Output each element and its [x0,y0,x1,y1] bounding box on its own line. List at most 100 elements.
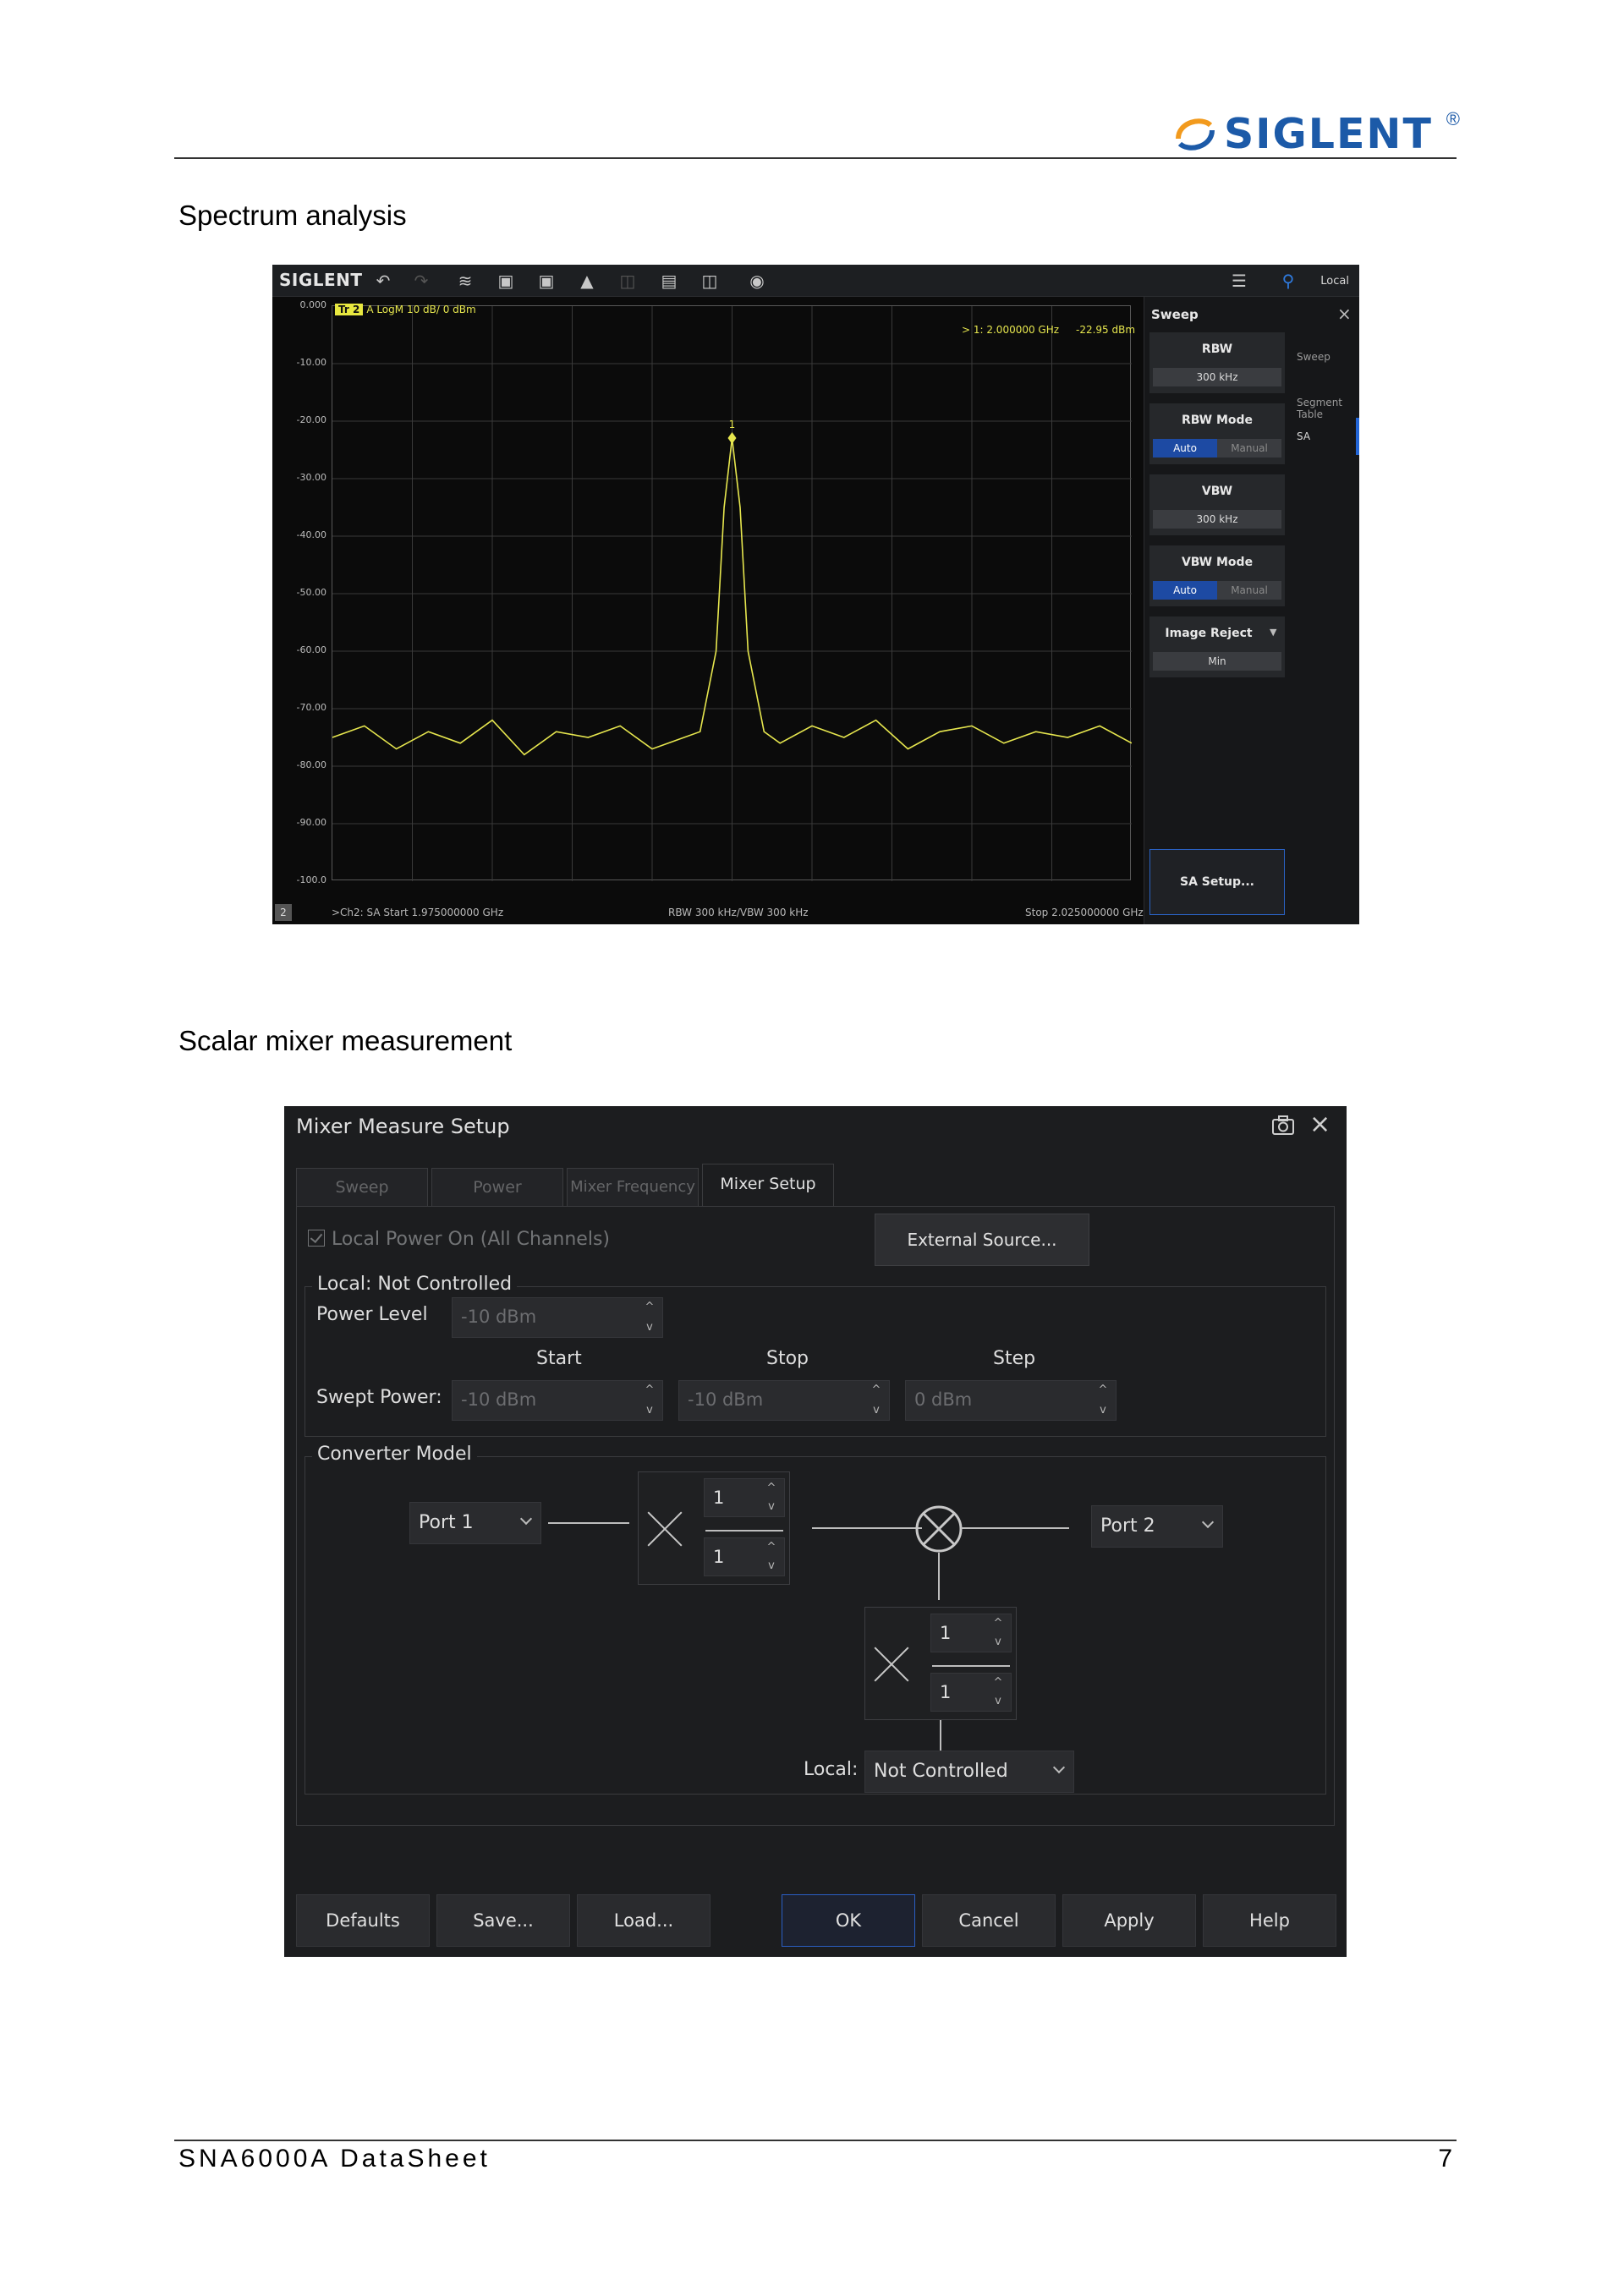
tab-mixer-setup[interactable]: Mixer Setup [702,1164,834,1207]
side-tab-sweep[interactable]: Sweep [1297,351,1330,363]
input-multiplier-denominator[interactable]: 1 [704,1537,785,1576]
footer-doc-title: SNA6000A DataSheet [178,2145,491,2173]
dropdown-arrow-icon: ▼ [1270,627,1277,638]
spin-up-icon[interactable] [992,1677,1004,1689]
trace-setup-icon[interactable]: ▣ [495,270,517,292]
spin-up-icon[interactable] [992,1618,1004,1630]
save-button[interactable]: Save... [436,1894,570,1947]
save-icon[interactable]: ▤ [658,270,680,292]
column-start: Start [536,1348,582,1369]
image-reject-group[interactable]: Image Reject ▼ Min [1149,616,1285,677]
spectrum-plot: 1 [332,305,1132,881]
input-denominator-value: 1 [713,1547,725,1567]
tab-mixer-frequency[interactable]: Mixer Frequency [567,1168,699,1207]
input-port-select[interactable]: Port 1 [409,1502,541,1544]
spin-up-icon[interactable] [1097,1384,1109,1396]
spin-down-icon[interactable] [992,1636,1004,1648]
rbw-mode-toggle[interactable]: Auto Manual [1153,439,1281,458]
spin-down-icon[interactable] [644,1322,656,1334]
external-source-button[interactable]: External Source... [875,1214,1089,1266]
local-power-checkbox[interactable]: Local Power On (All Channels) [308,1229,610,1250]
mixer-icon [915,1505,963,1553]
close-icon[interactable]: × [1337,304,1352,324]
tab-power[interactable]: Power [431,1168,563,1207]
mixer-heading: Scalar mixer measurement [178,1025,513,1056]
cancel-button[interactable]: Cancel [922,1894,1056,1947]
local-select[interactable]: Not Controlled [864,1751,1074,1793]
rbw-manual-option[interactable]: Manual [1217,439,1281,458]
power-level-input[interactable]: -10 dBm [452,1297,663,1338]
camera-icon[interactable] [1270,1113,1296,1138]
output-port-select[interactable]: Port 2 [1091,1505,1223,1548]
swept-stop-input[interactable]: -10 dBm [678,1380,890,1421]
sa-setup-button[interactable]: SA Setup... [1149,849,1285,915]
spin-up-icon[interactable] [870,1384,882,1396]
marker-readout: > 1: 2.000000 GHz [962,324,1060,336]
swept-start-input[interactable]: -10 dBm [452,1380,663,1421]
ok-button[interactable]: OK [782,1894,915,1947]
vbw-mode-label: VBW Mode [1181,556,1254,569]
side-tab-segment-table[interactable]: Segment Table [1297,397,1347,420]
spin-up-icon[interactable] [644,1301,656,1313]
vbw-group[interactable]: VBW 300 kHz [1149,474,1285,535]
rbw-value[interactable]: 300 kHz [1153,368,1281,386]
swept-step-input[interactable]: 0 dBm [905,1380,1116,1421]
local-multiplier-denominator[interactable]: 1 [930,1673,1012,1712]
rbw-mode-label: RBW Mode [1181,414,1254,427]
network-icon[interactable]: ⚲ [1277,270,1299,292]
open-icon[interactable]: ◫ [699,270,721,292]
spin-down-icon[interactable] [1097,1405,1109,1417]
rbw-mode-group: RBW Mode Auto Manual [1149,403,1285,464]
spin-down-icon[interactable] [644,1405,656,1417]
fraction-bar [932,1665,1010,1667]
spin-up-icon[interactable] [765,1542,777,1553]
y-tick-label: -80.00 [296,759,326,770]
rbw-group[interactable]: RBW 300 kHz [1149,332,1285,393]
delete-icon[interactable]: ◫ [617,270,639,292]
signal-line [961,1527,1069,1529]
help-button[interactable]: Help [1203,1894,1336,1947]
vbw-auto-option[interactable]: Auto [1153,581,1217,600]
checkbox-check-icon[interactable] [308,1230,325,1247]
load-button[interactable]: Load... [577,1894,710,1947]
tab-sweep[interactable]: Sweep [296,1168,428,1207]
apply-button[interactable]: Apply [1062,1894,1196,1947]
local-multiplier-numerator[interactable]: 1 [930,1614,1012,1652]
marker-diamond[interactable] [727,432,737,445]
channel-box[interactable]: 2 [275,904,292,921]
camera-icon[interactable]: ◉ [746,270,768,292]
swept-power-label: Swept Power: [316,1387,442,1408]
vbw-manual-option[interactable]: Manual [1217,581,1281,600]
rbw-label: RBW [1201,342,1233,356]
local-label: Local: [804,1759,859,1780]
channel-setup-icon[interactable]: ▣ [535,270,557,292]
local-power-label: Local Power On (All Channels) [332,1229,610,1250]
image-reject-value[interactable]: Min [1153,652,1281,671]
side-tab-sa[interactable]: SA [1297,430,1310,442]
spin-up-icon[interactable] [644,1384,656,1396]
spin-down-icon[interactable] [870,1405,882,1417]
trace-icon[interactable]: ≋ [454,270,476,292]
vbw-mode-toggle[interactable]: Auto Manual [1153,581,1281,600]
defaults-button[interactable]: Defaults [296,1894,430,1947]
marker-icon[interactable]: ▲ [576,270,598,292]
close-icon[interactable]: × [1309,1110,1330,1139]
undo-icon[interactable]: ↶ [372,270,394,292]
output-port-value: Port 2 [1100,1515,1155,1537]
marker-number: 1 [729,419,736,430]
input-multiplier-numerator[interactable]: 1 [704,1478,785,1517]
trace-label: Tr 2A LogM 10 dB/ 0 dBm [335,304,476,315]
vbw-value[interactable]: 300 kHz [1153,510,1281,529]
spin-down-icon[interactable] [765,1560,777,1572]
spin-up-icon[interactable] [765,1482,777,1494]
redo-icon[interactable]: ↷ [410,270,432,292]
menu-list-icon[interactable]: ☰ [1228,270,1250,292]
spin-down-icon[interactable] [765,1501,777,1513]
trace-chip: Tr 2 [335,304,364,315]
rbw-auto-option[interactable]: Auto [1153,439,1217,458]
start-frequency: >Ch2: SA Start 1.975000000 GHz [332,907,504,918]
y-tick-label: -90.00 [296,817,326,828]
y-tick-label: -100.0 [296,874,326,885]
mixer-measure-setup-dialog: Mixer Measure Setup × Sweep Power Mixer … [284,1106,1347,1957]
spin-down-icon[interactable] [992,1696,1004,1707]
